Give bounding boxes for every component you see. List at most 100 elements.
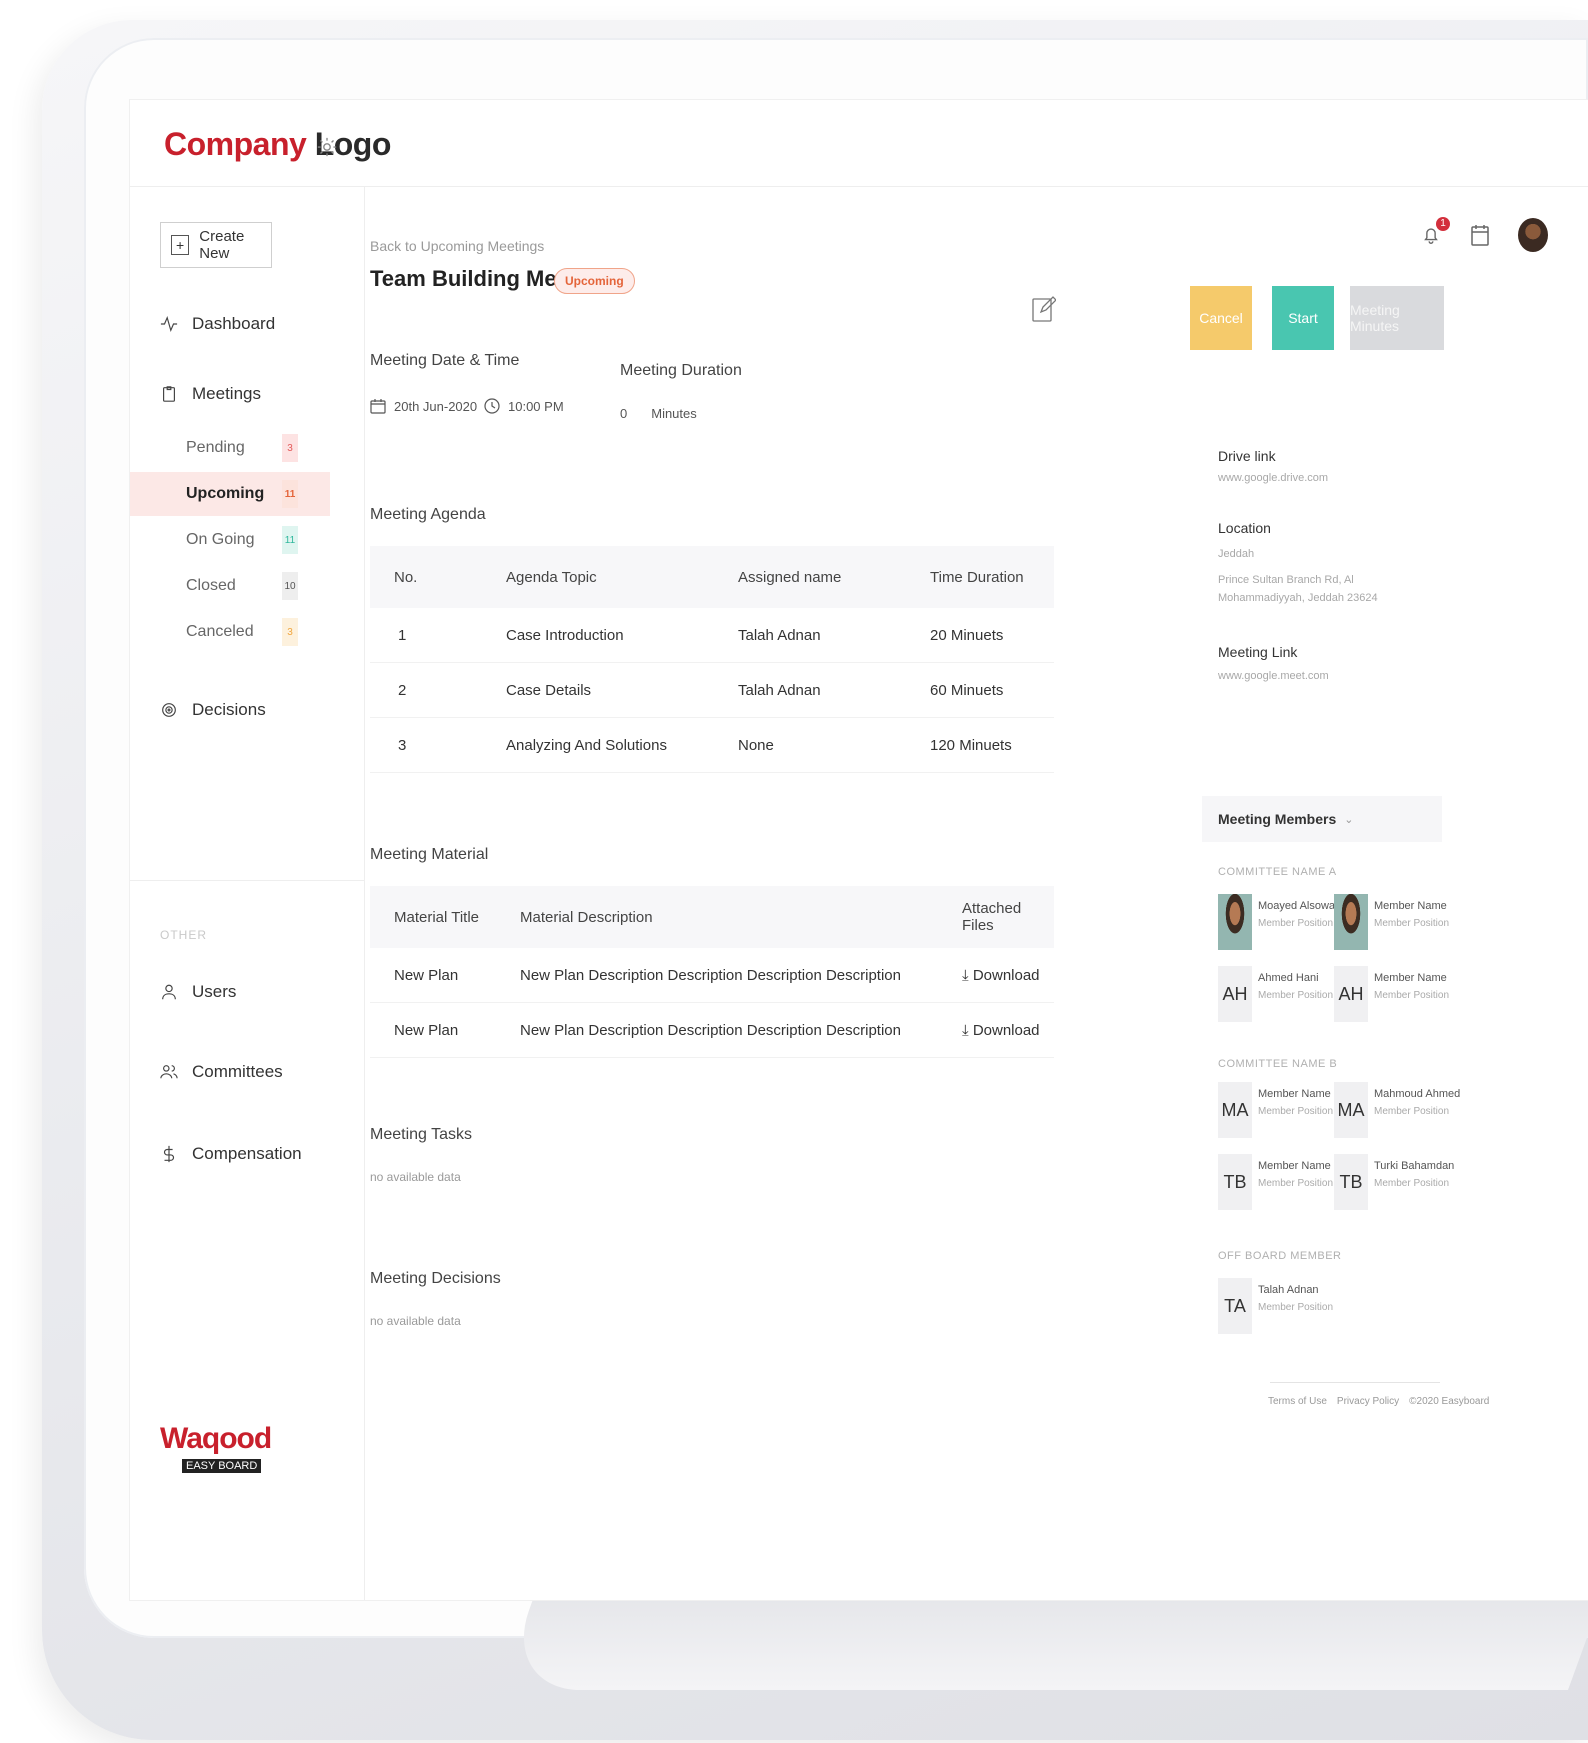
pending-count: 3 [282,434,298,462]
other-section-label: OTHER [160,928,207,942]
agenda-cell: Case Details [506,681,592,699]
table-row[interactable]: New Plan New Plan Description Descriptio… [370,948,1054,1003]
table-row[interactable]: 2 Case Details Talah Adnan 60 Minuets [370,663,1054,718]
notification-bell[interactable]: 1 [1420,217,1450,247]
download-link[interactable]: ⤓ Download [961,1003,1054,1058]
member-name: Member Name [1374,900,1447,912]
user-avatar[interactable] [1518,218,1548,252]
member-name: Member Name [1258,1088,1331,1100]
upcoming-count: 11 [282,480,298,508]
users-label: Users [192,982,237,1001]
agenda-col-no: No. [394,568,418,586]
duration-label: Meeting Duration [620,362,742,379]
company-logo[interactable]: Company Logo [164,126,391,163]
meeting-link-label: Meeting Link [1218,644,1298,660]
member-position: Member Position [1258,990,1334,1001]
sidebar-item-ongoing[interactable]: On Going 11 [130,518,330,562]
member-avatar: MA [1218,1082,1252,1138]
cancel-button[interactable]: Cancel [1190,286,1252,350]
location-line2: Mohammadiyyah, Jeddah 23624 [1218,592,1378,604]
app-screen: Company Logo 1 + Create New Dashboard Me… [130,100,1588,1600]
create-new-button[interactable]: + Create New [160,222,272,268]
time-value: 10:00 PM [508,398,564,414]
location-line1: Prince Sultan Branch Rd, Al [1218,574,1354,586]
sidebar-item-dashboard[interactable]: Dashboard [160,314,275,334]
plus-icon: + [171,235,190,255]
terms-link[interactable]: Terms of Use [1268,1396,1327,1407]
table-row[interactable]: 1 Case Introduction Talah Adnan 20 Minue… [370,608,1054,663]
committee-b-label: COMMITTEE NAME B [1218,1058,1338,1070]
member-avatar: MA [1334,1082,1368,1138]
agenda-cell: Case Introduction [506,626,624,644]
canceled-count: 3 [282,618,298,646]
edit-icon[interactable] [1032,294,1056,322]
meeting-duration: 0 Minutes [620,406,697,421]
compensation-label: Compensation [192,1144,302,1163]
sidebar-item-committees[interactable]: Committees [160,1062,283,1082]
gear-icon[interactable] [316,136,338,158]
sidebar-item-closed[interactable]: Closed 10 [130,564,330,608]
member-card[interactable]: Member Name Member Position [1334,894,1454,954]
calendar-icon[interactable] [1470,223,1490,247]
member-card[interactable]: AH Member Name Member Position [1334,966,1454,1026]
material-col-description: Material Description [520,908,653,926]
download-label: Download [972,966,1040,984]
waqood-logo-text: Waqood [160,1422,272,1455]
dollar-icon [163,1145,175,1163]
member-card[interactable]: MA Member Name Member Position [1218,1082,1338,1142]
member-card[interactable]: MA Mahmoud Ahmed Member Position [1334,1082,1460,1142]
member-avatar [1334,894,1368,950]
location-city: Jeddah [1218,548,1255,560]
sidebar-item-compensation[interactable]: Compensation [160,1144,302,1164]
agenda-cell: 20 Minuets [930,626,1004,644]
meeting-members-toggle[interactable]: Meeting Members ⌄ [1202,796,1442,842]
privacy-link[interactable]: Privacy Policy [1337,1396,1399,1407]
member-name: Member Name [1258,1160,1331,1172]
duration-unit: Minutes [651,406,697,421]
sidebar-item-canceled[interactable]: Canceled 3 [130,610,330,654]
tasks-empty-state: no available data [370,1170,461,1184]
table-row[interactable]: New Plan New Plan Description Descriptio… [370,1003,1054,1058]
chevron-down-icon: ⌄ [1344,813,1354,826]
meeting-link-value[interactable]: www.google.meet.com [1218,670,1329,682]
agenda-cell: 2 [398,681,407,699]
member-name: Mahmoud Ahmed [1374,1088,1461,1100]
sidebar-divider [130,880,364,881]
sidebar-item-upcoming[interactable]: Upcoming 11 [130,472,330,516]
sidebar-item-meetings[interactable]: Meetings [160,384,261,404]
member-position: Member Position [1258,1106,1334,1117]
member-card[interactable]: AH Ahmed Hani Member Position [1218,966,1338,1026]
date-time-label: Meeting Date & Time [370,352,520,369]
member-avatar: AH [1218,966,1252,1022]
agenda-section-title: Meeting Agenda [370,506,486,523]
agenda-cell: 60 Minuets [930,681,1004,699]
date-value: 20th Jun-2020 [394,398,478,414]
material-cell: New Plan Description Description Descrip… [520,966,901,984]
member-avatar [1218,894,1252,950]
location-label: Location [1218,520,1271,536]
sidebar-item-decisions[interactable]: Decisions [160,700,266,720]
member-name: Member Name [1374,972,1447,984]
meeting-time: 10:00 PM [484,398,564,414]
back-link[interactable]: Back to Upcoming Meetings [370,238,544,254]
download-link[interactable]: ⤓ Download [961,948,1054,1003]
member-card[interactable]: Moayed Alsowagh Member Position [1218,894,1347,954]
material-header-row: Material Title Material Description Atta… [370,886,1054,948]
pulse-icon [160,315,178,333]
sidebar-item-users[interactable]: Users [160,982,236,1002]
table-row[interactable]: 3 Analyzing And Solutions None 120 Minue… [370,718,1054,773]
member-position: Member Position [1258,1302,1334,1313]
drive-link-value[interactable]: www.google.drive.com [1218,472,1328,484]
start-button[interactable]: Start [1272,286,1334,350]
meeting-members-label: Meeting Members [1218,811,1337,827]
member-card[interactable]: TB Turki Bahamdan Member Position [1334,1154,1454,1214]
agenda-table: No. Agenda Topic Assigned name Time Dura… [370,546,1054,773]
pending-label: Pending [186,439,245,456]
member-card[interactable]: TB Member Name Member Position [1218,1154,1338,1214]
meeting-minutes-button[interactable]: Meeting Minutes [1350,286,1444,350]
ongoing-label: On Going [186,531,255,548]
sidebar-item-pending[interactable]: Pending 3 [130,426,330,470]
member-card[interactable]: TA Talah Adnan Member Position [1218,1278,1338,1338]
footer-links: Terms of Use Privacy Policy ©2020 Easybo… [1268,1396,1489,1407]
member-avatar: TA [1218,1278,1252,1334]
